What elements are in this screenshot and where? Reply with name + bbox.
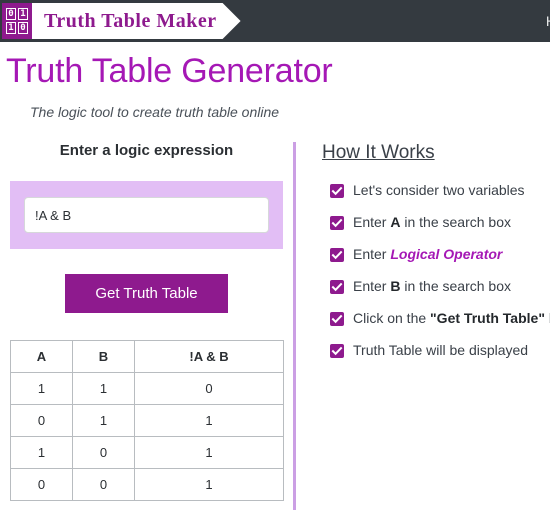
step-text: Click on the "Get Truth Table" button — [353, 310, 550, 326]
step-prefix: Truth Table will be displayed — [353, 342, 529, 358]
table-cell: 0 — [134, 372, 284, 405]
table-cell: 1 — [134, 436, 284, 469]
table-header-cell: A — [10, 340, 73, 373]
list-item: Enter B in the search box — [330, 278, 550, 294]
table-cell: 1 — [134, 404, 284, 437]
nav-links: H — [524, 13, 550, 29]
checkmark-icon — [330, 344, 344, 358]
table-row: 1 1 0 — [10, 372, 284, 405]
submit-row: Get Truth Table — [10, 274, 283, 313]
step-emphasis: "Get Truth Table" — [430, 310, 545, 326]
list-item: Enter Logical Operator — [330, 246, 550, 262]
table-cell: 1 — [10, 372, 73, 405]
nav-link-home[interactable]: H — [538, 13, 550, 29]
logo-bottom-bits: 1 0 — [6, 22, 28, 34]
step-prefix: Enter — [353, 246, 391, 262]
how-it-works-steps: Let's consider two variables Enter A in … — [322, 182, 550, 358]
step-suffix: in the search box — [400, 214, 511, 230]
brand-banner: Truth Table Maker — [32, 3, 241, 39]
list-item: Truth Table will be displayed — [330, 342, 550, 358]
truth-table: A B !A & B 1 1 0 0 1 1 1 0 1 0 0 1 — [10, 340, 284, 501]
table-cell: 1 — [72, 372, 135, 405]
logo-bit: 0 — [6, 8, 16, 20]
step-emphasis: Logical Operator — [390, 246, 503, 262]
table-header-row: A B !A & B — [10, 340, 284, 373]
get-truth-table-button[interactable]: Get Truth Table — [65, 274, 228, 313]
logo-icon: 0 1 1 0 — [2, 3, 32, 39]
table-cell: 0 — [10, 468, 73, 501]
step-prefix: Enter — [353, 278, 391, 294]
checkmark-icon — [330, 216, 344, 230]
hero-section: Truth Table Generator The logic tool to … — [0, 42, 550, 120]
list-item: Enter A in the search box — [330, 214, 550, 230]
table-cell: 1 — [134, 468, 284, 501]
page-title: Truth Table Generator — [6, 52, 333, 90]
page-subtitle: The logic tool to create truth table onl… — [30, 104, 280, 120]
table-row: 0 0 1 — [10, 468, 284, 501]
logo-bit: 1 — [6, 22, 16, 34]
checkmark-icon — [330, 248, 344, 262]
checkmark-icon — [330, 280, 344, 294]
generator-panel: Enter a logic expression Get Truth Table… — [0, 142, 293, 510]
top-navigation-bar: 0 1 1 0 Truth Table Maker H — [0, 0, 550, 42]
step-suffix: button — [545, 310, 550, 326]
step-prefix: Click on the — [353, 310, 431, 326]
brand-link[interactable]: 0 1 1 0 Truth Table Maker — [2, 3, 241, 39]
step-text: Enter Logical Operator — [353, 246, 502, 262]
list-item: Click on the "Get Truth Table" button — [330, 310, 550, 326]
step-prefix: Enter — [353, 214, 391, 230]
logo-bit: 0 — [18, 22, 28, 34]
table-header-cell: !A & B — [134, 340, 284, 373]
checkmark-icon — [330, 312, 344, 326]
step-text: Enter B in the search box — [353, 278, 511, 294]
logic-expression-input[interactable] — [24, 197, 269, 233]
step-text: Enter A in the search box — [353, 214, 511, 230]
main-content: Enter a logic expression Get Truth Table… — [0, 142, 550, 510]
table-row: 0 1 1 — [10, 404, 284, 437]
step-prefix: Let's consider two variables — [353, 182, 525, 198]
table-cell: 0 — [72, 436, 135, 469]
list-item: Let's consider two variables — [330, 182, 550, 198]
table-cell: 1 — [10, 436, 73, 469]
logo-bit: 1 — [18, 8, 28, 20]
step-emphasis: A — [390, 214, 401, 230]
table-cell: 0 — [10, 404, 73, 437]
table-cell: 1 — [72, 404, 135, 437]
table-header-cell: B — [72, 340, 135, 373]
step-text: Let's consider two variables — [353, 182, 525, 198]
step-suffix: in the search box — [400, 278, 511, 294]
brand-name: Truth Table Maker — [44, 9, 217, 32]
checkmark-icon — [330, 184, 344, 198]
logo-top-bits: 0 1 — [6, 8, 28, 20]
table-row: 1 0 1 — [10, 436, 284, 469]
truth-table-wrapper: A B !A & B 1 1 0 0 1 1 1 0 1 0 0 1 — [10, 340, 284, 501]
table-cell: 0 — [72, 468, 135, 501]
input-shell — [10, 181, 283, 249]
step-text: Truth Table will be displayed — [353, 342, 528, 358]
form-heading: Enter a logic expression — [59, 142, 234, 159]
how-it-works-panel: How It Works Let's consider two variable… — [296, 142, 550, 510]
how-it-works-title: How It Works — [322, 142, 435, 163]
step-emphasis: B — [390, 278, 401, 294]
